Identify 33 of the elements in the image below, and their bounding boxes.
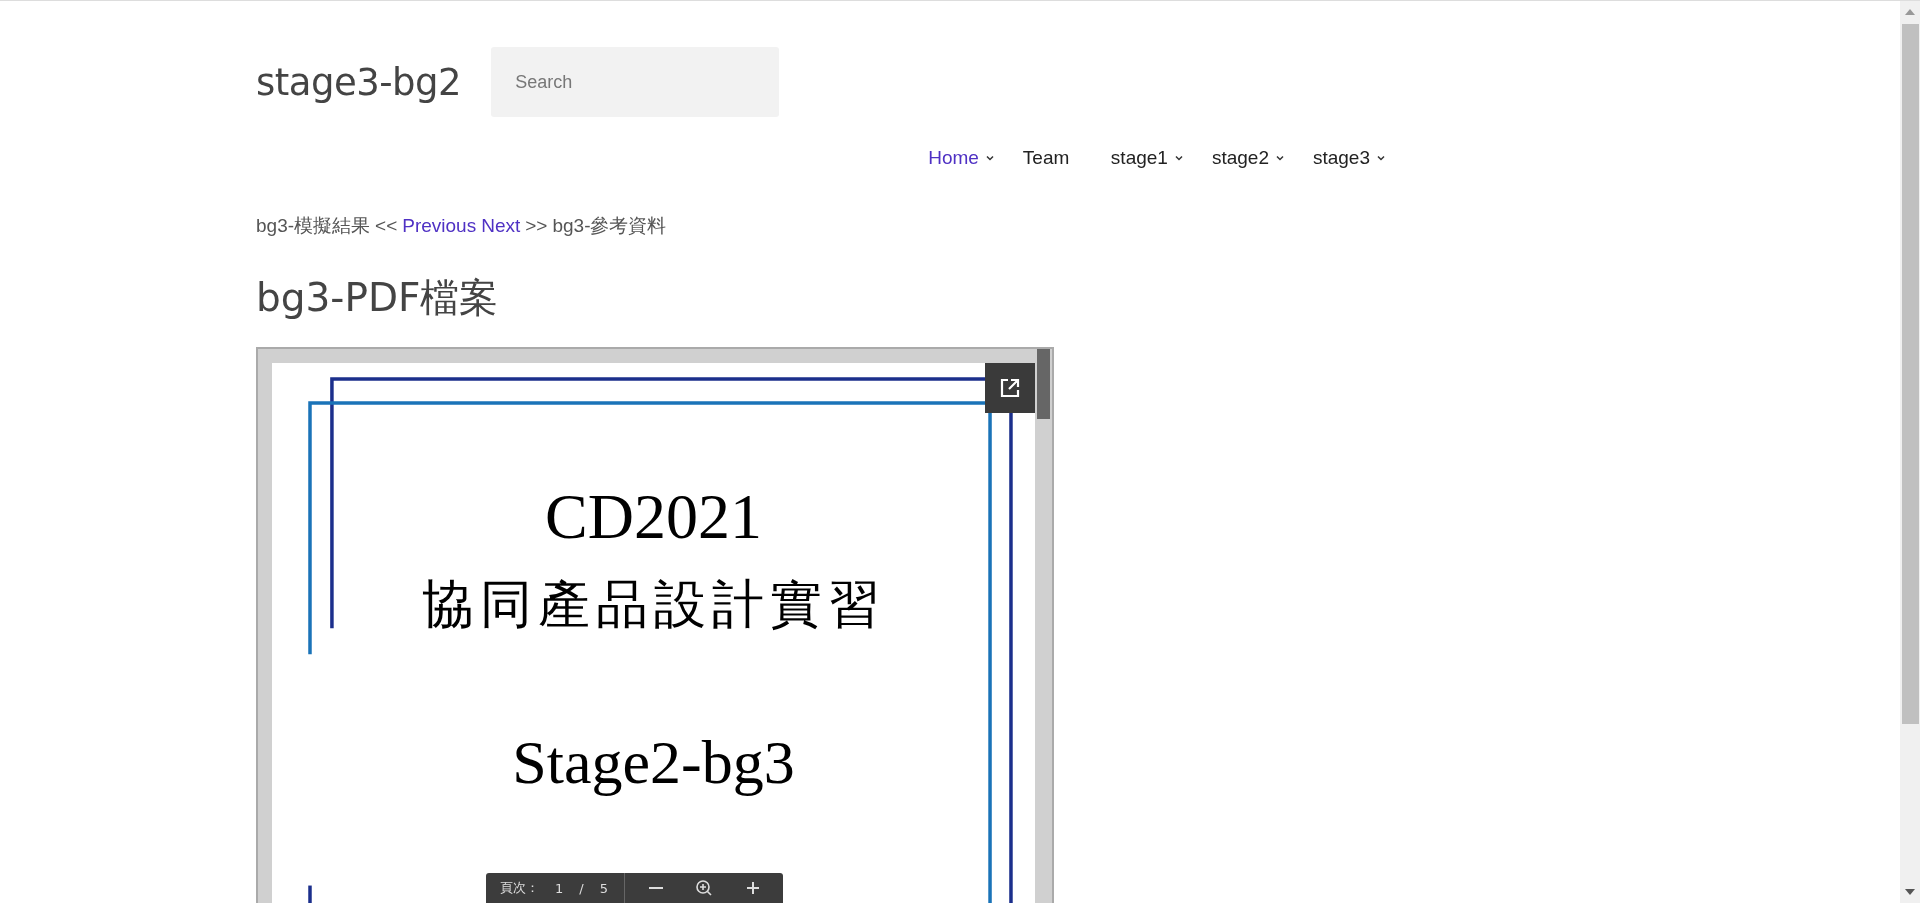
nav-link[interactable]: Team (1008, 143, 1097, 173)
nav-link[interactable]: stage3 (1298, 143, 1400, 173)
minus-icon (648, 887, 663, 889)
current-page[interactable]: 1 (555, 880, 564, 896)
scroll-down-icon[interactable] (1905, 889, 1915, 896)
chevron-down-icon (1376, 153, 1386, 163)
next-arrow: >> (525, 215, 548, 237)
site-title[interactable]: stage3-bg2 (256, 60, 462, 104)
external-link-icon (998, 376, 1022, 400)
chevron-down-icon (984, 153, 995, 163)
previous-arrow: << (375, 215, 398, 237)
search-field[interactable]: Search (491, 47, 780, 117)
plus-icon (744, 880, 761, 896)
previous-post-title: bg3-模擬結果 (256, 214, 371, 238)
page-label: 頁次： (500, 879, 539, 897)
total-pages: 5 (599, 880, 608, 896)
scrollbar-thumb[interactable] (1901, 24, 1919, 724)
page-heading: bg3-PDF檔案 (256, 274, 500, 322)
chevron-down-icon (1173, 153, 1184, 163)
next-post-title: bg3-參考資料 (552, 214, 667, 238)
chevron-down-icon (1274, 153, 1285, 163)
pdf-text: 協同產品設計實習 (421, 579, 886, 631)
nav-link[interactable]: stage1 (1096, 143, 1198, 173)
open-external-button[interactable] (985, 363, 1035, 413)
scrollbar-thumb[interactable] (1037, 349, 1050, 419)
zoom-in-icon (694, 879, 713, 897)
page-scrollbar[interactable] (1900, 1, 1920, 903)
previous-link[interactable]: Previous (402, 215, 477, 237)
next-link[interactable]: Next (481, 215, 521, 237)
pdf-text: CD2021 (545, 485, 762, 549)
nav-link[interactable]: Home (914, 143, 1009, 173)
nav-link[interactable]: stage2 (1197, 143, 1299, 173)
page-separator: / (579, 880, 584, 896)
